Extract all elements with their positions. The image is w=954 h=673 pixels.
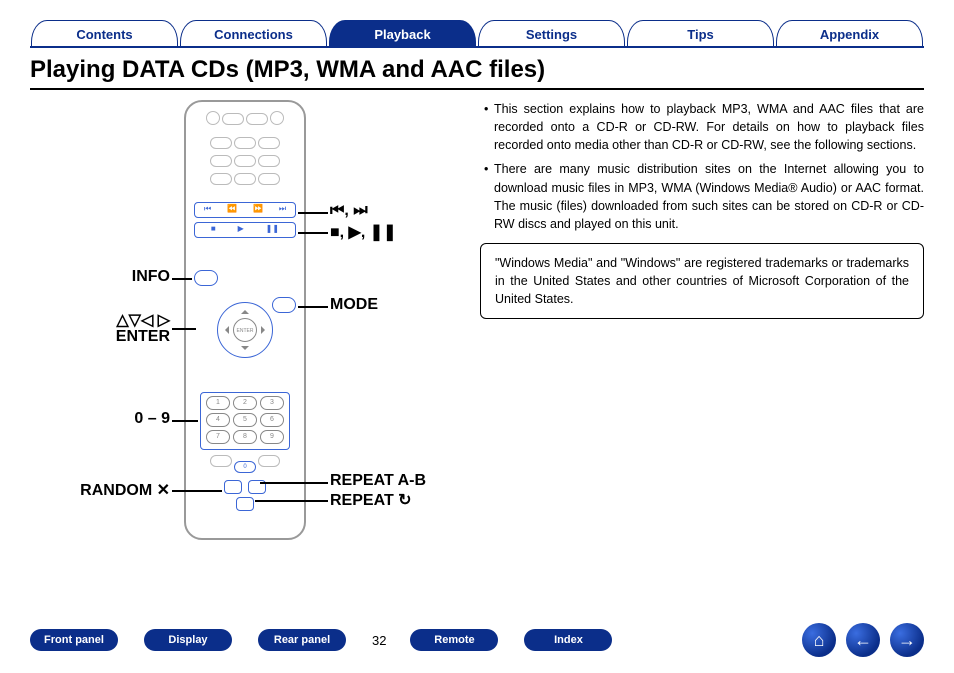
tab-appendix[interactable]: Appendix bbox=[776, 20, 923, 46]
label-repeat: REPEAT ↻ bbox=[330, 490, 412, 510]
tab-settings[interactable]: Settings bbox=[478, 20, 625, 46]
page-title: Playing DATA CDs (MP3, WMA and AAC files… bbox=[30, 56, 924, 84]
title-divider bbox=[30, 88, 924, 90]
label-random: RANDOM ✕ bbox=[30, 480, 170, 500]
prev-page-icon[interactable]: ← bbox=[846, 623, 880, 657]
link-rear-panel[interactable]: Rear panel bbox=[258, 629, 346, 651]
label-arrows: △▽◁ ▷ bbox=[30, 310, 170, 330]
footer-nav: Front panel Display Rear panel 32 Remote… bbox=[30, 623, 924, 657]
link-remote[interactable]: Remote bbox=[410, 629, 498, 651]
link-display[interactable]: Display bbox=[144, 629, 232, 651]
tab-connections[interactable]: Connections bbox=[180, 20, 327, 46]
tab-tips[interactable]: Tips bbox=[627, 20, 774, 46]
next-page-icon[interactable]: → bbox=[890, 623, 924, 657]
label-transport: ■, ▶, ❚❚ bbox=[330, 222, 397, 242]
label-info: INFO bbox=[30, 268, 170, 286]
label-skip: ⏮, ⏭ bbox=[330, 202, 368, 220]
tab-playback[interactable]: Playback bbox=[329, 20, 476, 46]
home-icon[interactable]: ⌂ bbox=[802, 623, 836, 657]
link-index[interactable]: Index bbox=[524, 629, 612, 651]
top-tabs: Contents Connections Playback Settings T… bbox=[30, 20, 924, 48]
label-enter: ENTER bbox=[30, 328, 170, 346]
remote-outline: ⏮ ⏪ ⏩ ⏭ ■ ▶ ❚❚ bbox=[184, 100, 306, 540]
page-number: 32 bbox=[372, 633, 386, 648]
label-numbers: 0 – 9 bbox=[30, 410, 170, 428]
trademark-note: "Windows Media" and "Windows" are regist… bbox=[480, 243, 924, 319]
bullet-2: • There are many music distribution site… bbox=[484, 160, 924, 233]
label-mode: MODE bbox=[330, 296, 378, 314]
tab-contents[interactable]: Contents bbox=[31, 20, 178, 46]
enter-button: ENTER bbox=[233, 318, 257, 342]
link-front-panel[interactable]: Front panel bbox=[30, 629, 118, 651]
remote-diagram: ⏮ ⏪ ⏩ ⏭ ■ ▶ ❚❚ bbox=[30, 100, 460, 580]
bullet-1: • This section explains how to playback … bbox=[484, 100, 924, 154]
label-repeat-ab: REPEAT A-B bbox=[330, 472, 426, 490]
